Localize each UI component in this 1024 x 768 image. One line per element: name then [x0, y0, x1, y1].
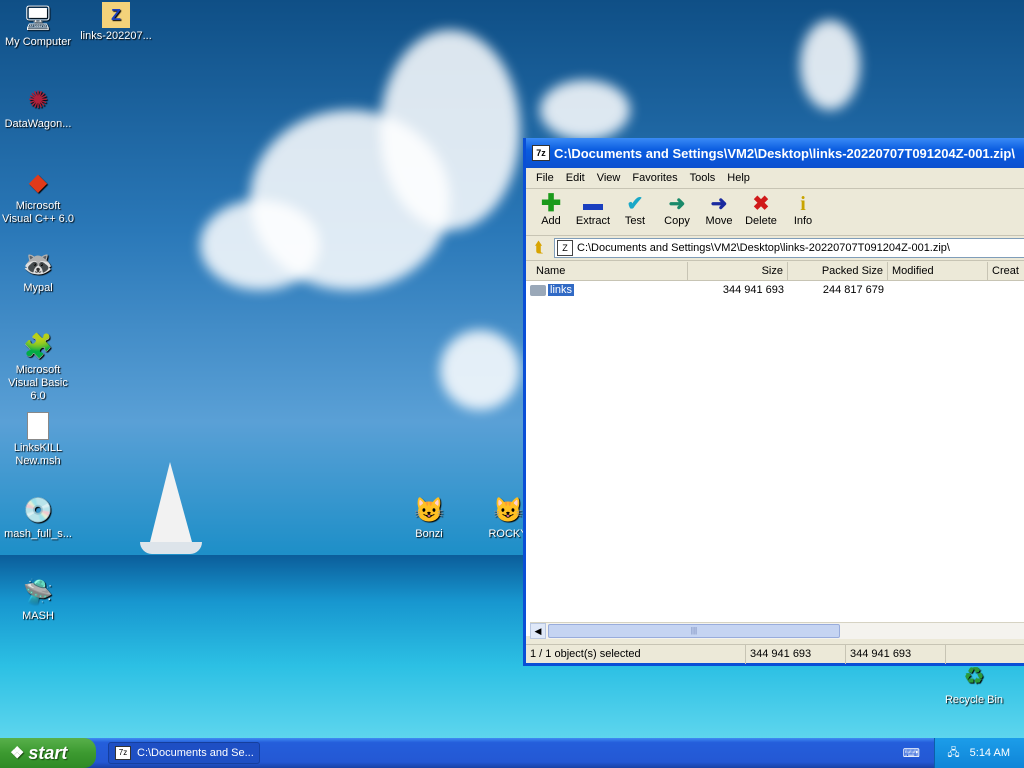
column-packed-size[interactable]: Packed Size [788, 262, 888, 280]
system-tray: 🖧 5:14 AM [934, 738, 1024, 768]
app-7zip-icon: 7z [115, 746, 131, 760]
cloud [380, 30, 520, 230]
row-name-cell: links [526, 283, 688, 297]
file-list[interactable]: Name Size Packed Size Modified Creat lin… [526, 262, 1024, 636]
keyboard-icon[interactable]: ⌨ [903, 746, 920, 760]
zip-folder-icon: Z [102, 2, 130, 28]
zip-icon: Z [557, 240, 573, 256]
document-icon [27, 412, 49, 440]
status-selected: 1 / 1 object(s) selected [526, 645, 746, 664]
status-size: 344 941 693 [746, 645, 846, 664]
window-titlebar[interactable]: 7z C:\Documents and Settings\VM2\Desktop… [526, 138, 1024, 168]
menu-view[interactable]: View [591, 172, 627, 184]
desktop-icon-mash-installer[interactable]: 💿 mash_full_s... [0, 494, 76, 541]
cloud [200, 200, 320, 290]
taskbar-item-archive[interactable]: 7z C:\Documents and Se... [108, 742, 260, 764]
desktop-icon-zip[interactable]: Z links-202207... [78, 2, 154, 43]
delete-icon: ✖ [752, 193, 770, 215]
sailboat-hull [140, 542, 202, 554]
cloud [540, 80, 630, 140]
archive-window: 7z C:\Documents and Settings\VM2\Desktop… [523, 138, 1024, 666]
move-button[interactable]: ➜ Move [698, 189, 740, 227]
mypal-icon: 🦝 [23, 250, 53, 278]
my-computer-icon: 🖥 [22, 4, 54, 32]
delete-button[interactable]: ✖ Delete [740, 189, 782, 227]
copy-button[interactable]: ➜ Copy [656, 189, 698, 227]
column-created[interactable]: Creat [988, 262, 1024, 280]
window-title: C:\Documents and Settings\VM2\Desktop\li… [554, 145, 1015, 161]
rocky-icon: 😺 [493, 496, 523, 524]
row-size: 344 941 693 [722, 284, 784, 296]
cloud [440, 330, 520, 410]
menu-help[interactable]: Help [721, 172, 756, 184]
installer-icon: 💿 [23, 496, 53, 524]
info-button[interactable]: i Info [782, 189, 824, 227]
folder-icon [530, 284, 546, 296]
column-name[interactable]: Name [526, 262, 688, 280]
test-icon: ✔ [626, 193, 644, 215]
row-name: links [546, 283, 576, 297]
clock[interactable]: 5:14 AM [970, 747, 1010, 759]
visual-basic-icon: 🧩 [23, 332, 53, 360]
visual-cpp-icon: ◆ [28, 168, 48, 196]
taskbar: ❖ start 7z C:\Documents and Se... ⌨ 🖧 5:… [0, 738, 1024, 768]
desktop-icon-mash[interactable]: 🛸 MASH [0, 576, 76, 623]
info-icon: i [800, 193, 806, 215]
folder-up-icon[interactable]: ⮬ [530, 239, 548, 257]
desktop-icon-visual-cpp[interactable]: ◆ Microsoft Visual C++ 6.0 [0, 166, 76, 226]
address-bar: ⮬ Z C:\Documents and Settings\VM2\Deskto… [526, 236, 1024, 261]
extract-icon: ▬ [583, 193, 603, 215]
address-text: C:\Documents and Settings\VM2\Desktop\li… [577, 242, 950, 254]
horizontal-scrollbar[interactable]: ◀ ||| [530, 622, 1024, 639]
menu-edit[interactable]: Edit [560, 172, 591, 184]
move-icon: ➜ [710, 193, 728, 215]
test-button[interactable]: ✔ Test [614, 189, 656, 227]
datawagon-icon: ✺ [27, 86, 49, 114]
column-modified[interactable]: Modified [888, 262, 988, 280]
menu-bar: File Edit View Favorites Tools Help [526, 168, 1024, 189]
mash-icon: 🛸 [23, 578, 53, 606]
status-packed: 344 941 693 [846, 645, 946, 664]
extract-button[interactable]: ▬ Extract [572, 189, 614, 227]
column-size[interactable]: Size [688, 262, 788, 280]
add-icon: ✚ [540, 190, 562, 217]
menu-file[interactable]: File [530, 172, 560, 184]
table-row[interactable]: links 344 941 693 244 817 679 [526, 281, 1024, 299]
desktop-icon-datawagon[interactable]: ✺ DataWagon... [0, 84, 76, 131]
add-button[interactable]: ✚ Add [530, 189, 572, 228]
windows-flag-icon: ❖ [10, 745, 25, 762]
start-button[interactable]: ❖ start [0, 738, 96, 768]
desktop-icon-recycle-bin[interactable]: ♻ Recycle Bin [936, 660, 1012, 707]
cloud [800, 20, 860, 110]
app-7zip-icon: 7z [532, 145, 550, 161]
sailboat-sail [150, 462, 192, 542]
column-headers: Name Size Packed Size Modified Creat [526, 262, 1024, 281]
network-icon[interactable]: 🖧 [947, 744, 959, 763]
scroll-left-icon[interactable]: ◀ [530, 623, 546, 639]
copy-icon: ➜ [668, 193, 686, 215]
toolbar: ✚ Add ▬ Extract ✔ Test ➜ Copy ➜ Move ✖ D… [526, 189, 1024, 236]
desktop-icon-visual-basic[interactable]: 🧩 Microsoft Visual Basic 6.0 [0, 330, 76, 403]
menu-favorites[interactable]: Favorites [626, 172, 683, 184]
row-packed-size: 244 817 679 [822, 284, 884, 296]
scroll-thumb[interactable]: ||| [548, 624, 840, 638]
bonzi-icon: 😺 [414, 496, 444, 524]
address-field[interactable]: Z C:\Documents and Settings\VM2\Desktop\… [554, 238, 1024, 258]
status-bar: 1 / 1 object(s) selected 344 941 693 344… [526, 644, 1024, 664]
desktop-icon-linkskill[interactable]: LinksKILL New.msh [0, 412, 76, 468]
desktop-icon-bonzi[interactable]: 😺 Bonzi [391, 494, 467, 541]
desktop-icon-mypal[interactable]: 🦝 Mypal [0, 248, 76, 295]
desktop-icon-my-computer[interactable]: 🖥 My Computer [0, 2, 76, 49]
menu-tools[interactable]: Tools [684, 172, 722, 184]
